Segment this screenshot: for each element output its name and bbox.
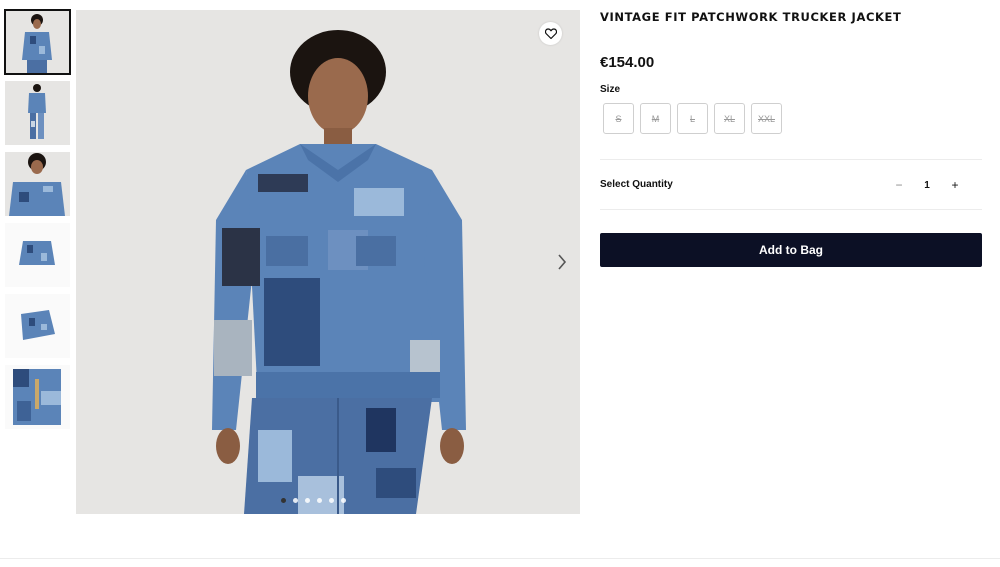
carousel-dots	[281, 498, 346, 503]
product-photo	[76, 10, 580, 514]
carousel-dot-1[interactable]	[281, 498, 286, 503]
thumbnail-4-image	[5, 223, 70, 287]
add-to-bag-button[interactable]: Add to Bag	[600, 233, 982, 267]
quantity-decrease-button[interactable]: −	[891, 178, 907, 192]
carousel-dot-6[interactable]	[341, 498, 346, 503]
footer-divider	[0, 558, 1000, 559]
thumbnail-3-image	[5, 152, 70, 216]
size-option-s[interactable]: S	[603, 103, 634, 134]
heart-icon	[544, 28, 557, 39]
quantity-stepper: − 1 +	[891, 178, 963, 192]
thumbnail-6-image	[5, 365, 70, 429]
thumbnail-3[interactable]	[5, 152, 70, 216]
thumbnail-6[interactable]	[5, 365, 70, 429]
thumbnail-1-image	[5, 10, 70, 74]
size-options: S M L XL XXL	[603, 103, 782, 134]
quantity-value: 1	[924, 179, 930, 191]
thumbnail-5-image	[5, 294, 70, 358]
carousel-dot-2[interactable]	[293, 498, 298, 503]
quantity-label: Select Quantity	[600, 179, 673, 190]
divider	[600, 159, 982, 160]
divider	[600, 209, 982, 210]
quantity-increase-button[interactable]: +	[947, 178, 963, 192]
size-option-xxl[interactable]: XXL	[751, 103, 782, 134]
size-option-xl[interactable]: XL	[714, 103, 745, 134]
product-title: VINTAGE FIT PATCHWORK TRUCKER JACKET	[600, 10, 902, 24]
product-price: €154.00	[600, 54, 655, 71]
thumbnail-1[interactable]	[4, 9, 71, 75]
carousel-dot-4[interactable]	[317, 498, 322, 503]
carousel-dot-5[interactable]	[329, 498, 334, 503]
thumbnail-2[interactable]	[5, 81, 70, 145]
wishlist-button[interactable]	[539, 22, 562, 45]
chevron-right-icon	[558, 254, 567, 270]
size-option-m[interactable]: M	[640, 103, 671, 134]
thumbnail-2-image	[5, 81, 70, 145]
next-image-button[interactable]	[552, 250, 572, 274]
thumbnail-4[interactable]	[5, 223, 70, 287]
thumbnail-5[interactable]	[5, 294, 70, 358]
size-option-l[interactable]: L	[677, 103, 708, 134]
main-product-image	[76, 10, 580, 514]
size-label: Size	[600, 84, 621, 95]
carousel-dot-3[interactable]	[305, 498, 310, 503]
